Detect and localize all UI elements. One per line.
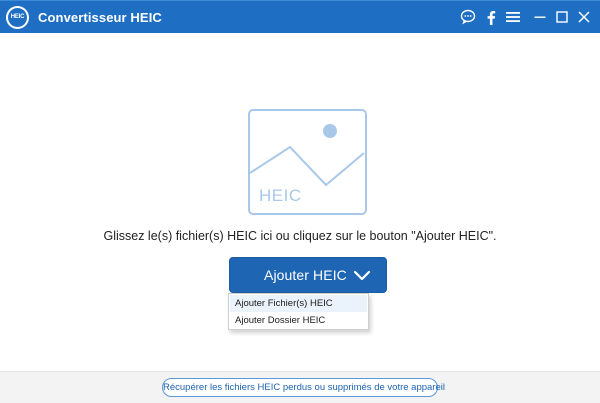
- heic-image-icon[interactable]: HEIC: [248, 109, 367, 215]
- maximize-icon[interactable]: [552, 7, 572, 27]
- add-heic-button-label: Ajouter HEIC: [264, 267, 347, 283]
- minimize-icon[interactable]: [530, 7, 550, 27]
- drop-instruction: Glissez le(s) fichier(s) HEIC ici ou cli…: [103, 229, 497, 243]
- menu-item-add-files[interactable]: Ajouter Fichier(s) HEIC: [230, 295, 367, 312]
- title-bar: HEIC Convertisseur HEIC: [0, 0, 600, 33]
- close-icon[interactable]: [574, 7, 594, 27]
- recover-files-link[interactable]: Récupérer les fichiers HEIC perdus ou su…: [162, 378, 445, 397]
- facebook-icon[interactable]: [481, 7, 501, 27]
- chevron-down-icon[interactable]: [353, 269, 371, 283]
- menu-item-add-folder[interactable]: Ajouter Dossier HEIC: [230, 312, 367, 329]
- add-heic-menu: Ajouter Fichier(s) HEIC Ajouter Dossier …: [228, 293, 369, 330]
- app-logo-icon: HEIC: [6, 6, 29, 29]
- menu-icon[interactable]: [503, 7, 523, 27]
- chat-icon[interactable]: [458, 7, 478, 27]
- footer-bar: Récupérer les fichiers HEIC perdus ou su…: [0, 371, 600, 403]
- window-title: Convertisseur HEIC: [38, 10, 162, 25]
- app-logo-text: HEIC: [8, 8, 27, 27]
- heic-image-label: HEIC: [259, 186, 302, 205]
- add-heic-button[interactable]: Ajouter HEIC: [229, 257, 387, 293]
